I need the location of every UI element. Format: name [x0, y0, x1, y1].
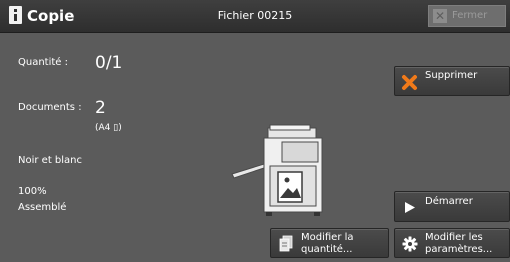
zoom-level: 100%: [18, 186, 47, 197]
copies-icon: [279, 235, 293, 252]
modify-settings-label-1: Modifier les: [425, 232, 483, 243]
start-label: Démarrer: [425, 196, 473, 207]
quantity-label: Quantité :: [18, 57, 68, 68]
quantity-value: 0/1: [95, 53, 123, 73]
modify-quantity-label-2: quantité...: [301, 244, 353, 255]
close-button[interactable]: ✕ Fermer: [428, 5, 506, 27]
collation-mode: Assemblé: [18, 202, 67, 213]
modify-quantity-button[interactable]: Modifier la quantité...: [270, 228, 389, 258]
close-label: Fermer: [452, 10, 488, 21]
modify-settings-button[interactable]: Modifier les paramètres...: [394, 228, 510, 258]
delete-x-icon: [402, 75, 417, 90]
start-button[interactable]: Démarrer: [394, 191, 510, 222]
documents-label: Documents :: [18, 102, 82, 113]
play-icon: [405, 202, 415, 213]
gear-icon: [402, 236, 418, 252]
title-bar: Copie Fichier 00215 ✕ Fermer: [0, 0, 510, 33]
close-icon: ✕: [433, 9, 447, 23]
delete-label: Supprimer: [425, 70, 478, 81]
delete-button[interactable]: Supprimer: [394, 66, 510, 96]
color-mode: Noir et blanc: [18, 155, 83, 166]
printer-illustration: [231, 124, 323, 216]
documents-value: 2: [95, 98, 106, 118]
modify-quantity-label-1: Modifier la: [301, 232, 354, 243]
documents-format: (A4 ▯): [95, 123, 122, 133]
modify-settings-label-2: paramètres...: [425, 244, 493, 255]
